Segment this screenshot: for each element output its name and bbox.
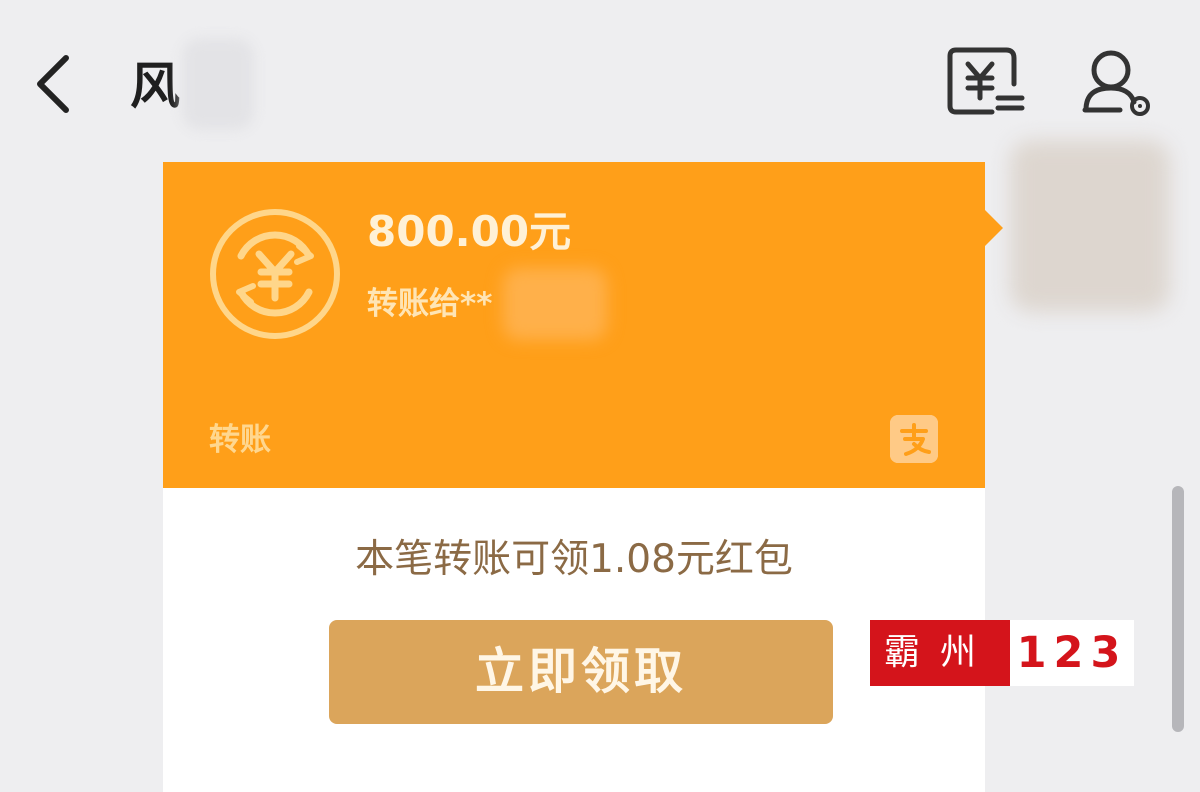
scrollbar[interactable] bbox=[1172, 486, 1184, 732]
message-bubble-tail bbox=[985, 210, 1003, 246]
chevron-left-icon bbox=[37, 55, 69, 113]
transfer-button[interactable] bbox=[944, 40, 1028, 122]
back-button[interactable] bbox=[28, 48, 80, 120]
transfer-label: 转账 bbox=[209, 422, 271, 458]
alipay-icon bbox=[890, 415, 938, 463]
hongbao-tip: 本笔转账可领1.08元红包 bbox=[355, 537, 793, 582]
hongbao-section: 本笔转账可领1.08元红包 立即领取 bbox=[163, 488, 985, 792]
watermark-red-label: 霸州 bbox=[870, 620, 1010, 686]
blurred-avatar bbox=[1010, 140, 1170, 312]
blurred-contact-name bbox=[182, 38, 254, 130]
profile-settings-button[interactable] bbox=[1080, 46, 1156, 120]
chat-header: 风 bbox=[0, 0, 1200, 312]
watermark: 霸州 123 bbox=[870, 620, 1134, 686]
blurred-recipient-name bbox=[503, 268, 607, 340]
transfer-card-top[interactable]: 800.00元 转账给** 转账 bbox=[163, 162, 985, 488]
watermark-number: 123 bbox=[1010, 620, 1134, 686]
recipient-prefix: 转账给 bbox=[367, 286, 460, 322]
chat-title: 风 bbox=[130, 57, 180, 115]
transfer-amount: 800.00元 bbox=[367, 207, 572, 256]
transfer-circle-icon bbox=[205, 204, 345, 344]
claim-hongbao-button[interactable]: 立即领取 bbox=[329, 620, 833, 724]
recipient-line: 转账给** bbox=[367, 282, 492, 326]
transfer-message-card[interactable]: 800.00元 转账给** 转账 本笔转账可领1.08元红包 立即领取 bbox=[163, 162, 1003, 792]
profile-settings-icon bbox=[1082, 50, 1150, 116]
recipient-suffix: ** bbox=[460, 286, 493, 322]
transfer-yuan-icon bbox=[947, 47, 1025, 115]
